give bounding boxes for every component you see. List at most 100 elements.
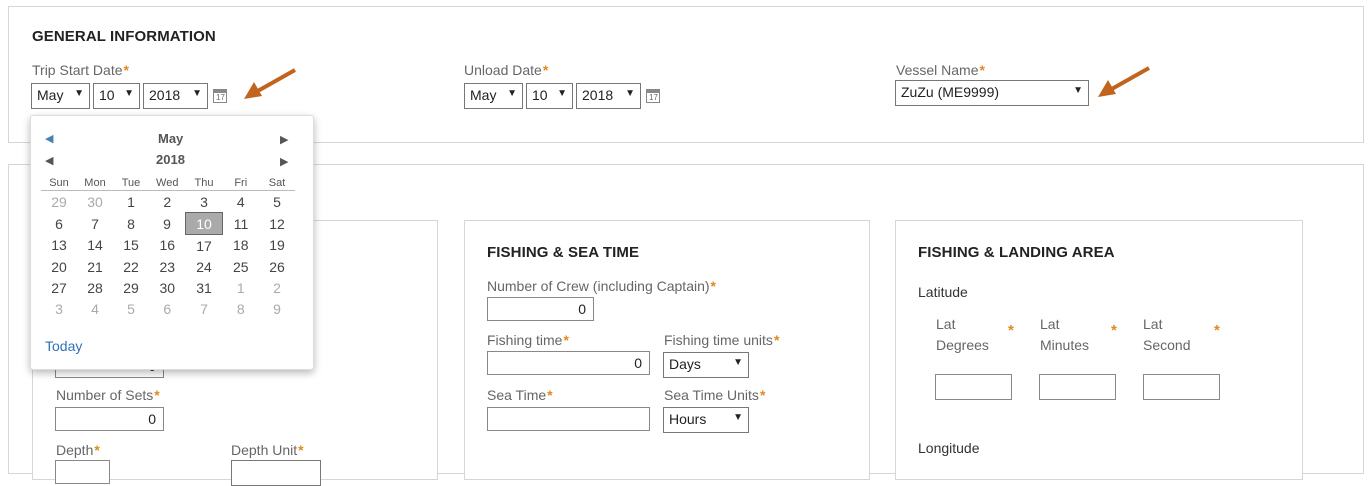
- calendar-day[interactable]: 31: [186, 277, 223, 298]
- required-star-icon: *: [547, 387, 553, 403]
- prev-month-icon[interactable]: ◀: [45, 132, 53, 145]
- fishing-time-label: Fishing time*: [487, 332, 569, 348]
- trip-start-year-select[interactable]: 2018 ▼: [143, 83, 208, 109]
- calendar-day[interactable]: 3: [41, 298, 77, 319]
- vessel-name-select[interactable]: ZuZu (ME9999) ▼: [895, 80, 1089, 106]
- fishing-time-units-label: Fishing time units*: [664, 332, 780, 348]
- sea-time-input[interactable]: [487, 407, 650, 431]
- calendar-day[interactable]: 26: [259, 256, 295, 277]
- lat-minutes-input[interactable]: [1039, 374, 1116, 400]
- fishing-time-input[interactable]: 0: [487, 351, 650, 375]
- calendar-day[interactable]: 28: [77, 277, 113, 298]
- unload-date-label: Unload Date*: [464, 62, 549, 78]
- depth-unit-select[interactable]: [231, 460, 321, 486]
- trip-start-date-label: Trip Start Date*: [32, 62, 129, 78]
- sea-time-units-label: Sea Time Units*: [664, 387, 766, 403]
- longitude-label: Longitude: [918, 440, 980, 456]
- calendar-day[interactable]: 9: [259, 298, 295, 319]
- required-star-icon: *: [773, 332, 780, 348]
- required-star-icon: *: [1214, 322, 1220, 339]
- weekday-header: Thu: [185, 176, 223, 191]
- next-month-icon[interactable]: ▶: [280, 133, 288, 146]
- weekday-header: Tue: [113, 176, 149, 191]
- crew-input[interactable]: 0: [487, 297, 594, 321]
- latitude-label: Latitude: [918, 284, 968, 300]
- unload-calendar-icon[interactable]: 17: [646, 89, 660, 103]
- calendar-day[interactable]: 23: [149, 256, 186, 277]
- calendar-day[interactable]: 8: [223, 298, 260, 319]
- annotation-arrow-icon: [244, 68, 296, 99]
- datepicker-popup: ◀ May ▶ ◀ 2018 ▶ Sun Mon Tue Wed Thu Fri…: [30, 115, 314, 370]
- calendar-day[interactable]: 12: [259, 213, 295, 235]
- calendar-day[interactable]: 1: [113, 191, 149, 213]
- sea-time-units-select[interactable]: Hours ▼: [663, 407, 749, 433]
- calendar-day[interactable]: 25: [223, 256, 260, 277]
- calendar-day[interactable]: 17: [186, 235, 223, 257]
- calendar-day[interactable]: 16: [149, 235, 186, 257]
- weekday-header: Sun: [41, 176, 77, 191]
- crew-label: Number of Crew (including Captain)*: [487, 278, 716, 294]
- calendar-day[interactable]: 3: [186, 191, 223, 213]
- calendar-day[interactable]: 7: [186, 298, 223, 319]
- lat-second-input[interactable]: [1143, 374, 1220, 400]
- number-of-sets-label: Number of Sets*: [56, 387, 160, 403]
- unload-day-select[interactable]: 10 ▼: [526, 83, 573, 109]
- calendar-day[interactable]: 29: [113, 277, 149, 298]
- calendar-day[interactable]: 4: [77, 298, 113, 319]
- required-star-icon: *: [979, 62, 985, 78]
- calendar-day[interactable]: 6: [41, 213, 77, 235]
- today-link[interactable]: Today: [45, 338, 82, 354]
- calendar-day[interactable]: 13: [41, 235, 77, 257]
- annotation-arrow-icon: [1098, 66, 1150, 97]
- weekday-header: Wed: [149, 176, 186, 191]
- unload-year-select[interactable]: 2018 ▼: [576, 83, 641, 109]
- prev-year-icon[interactable]: ◀: [45, 154, 53, 167]
- calendar-day[interactable]: 21: [77, 256, 113, 277]
- required-star-icon: *: [1111, 322, 1117, 339]
- calendar-day-selected[interactable]: 10: [185, 212, 223, 235]
- calendar-day[interactable]: 2: [149, 191, 186, 213]
- calendar-day[interactable]: 20: [41, 256, 77, 277]
- calendar-day[interactable]: 2: [259, 277, 295, 298]
- calendar-day[interactable]: 15: [113, 235, 149, 257]
- calendar-day[interactable]: 8: [113, 213, 149, 235]
- weekday-header: Mon: [77, 176, 113, 191]
- required-star-icon: *: [154, 387, 160, 403]
- lat-degrees-label: Lat Degrees: [936, 316, 989, 353]
- calendar-day[interactable]: 4: [223, 191, 260, 213]
- required-star-icon: *: [710, 278, 716, 294]
- calendar-day[interactable]: 30: [77, 191, 113, 213]
- trip-start-month-select[interactable]: May ▼: [31, 83, 90, 109]
- calendar-day[interactable]: 24: [186, 256, 223, 277]
- calendar-day[interactable]: 29: [41, 191, 77, 213]
- required-star-icon: *: [542, 62, 549, 78]
- lat-degrees-input[interactable]: [935, 374, 1012, 400]
- calendar-day[interactable]: 18: [223, 235, 260, 257]
- depth-unit-label: Depth Unit*: [231, 442, 304, 458]
- required-star-icon: *: [563, 332, 569, 348]
- next-year-icon[interactable]: ▶: [280, 155, 288, 168]
- calendar-day[interactable]: 27: [41, 277, 77, 298]
- calendar-day[interactable]: 14: [77, 235, 113, 257]
- calendar-day[interactable]: 30: [149, 277, 186, 298]
- calendar-day[interactable]: 11: [223, 213, 260, 235]
- required-star-icon: *: [759, 387, 766, 403]
- calendar-day[interactable]: 22: [113, 256, 149, 277]
- unload-month-select[interactable]: May ▼: [464, 83, 523, 109]
- vessel-name-label: Vessel Name*: [896, 62, 985, 78]
- number-of-sets-input[interactable]: 0: [55, 407, 164, 431]
- calendar-day[interactable]: 6: [149, 298, 186, 319]
- trip-start-day-select[interactable]: 10 ▼: [93, 83, 140, 109]
- calendar-day[interactable]: 5: [113, 298, 149, 319]
- datepicker-month: May: [158, 131, 184, 146]
- depth-input[interactable]: [55, 460, 110, 484]
- required-star-icon: *: [1008, 322, 1014, 339]
- calendar-day[interactable]: 1: [223, 277, 260, 298]
- calendar-day[interactable]: 19: [259, 235, 295, 257]
- fishing-time-units-select[interactable]: Days ▼: [663, 352, 749, 378]
- general-information-heading: GENERAL INFORMATION: [32, 28, 216, 45]
- calendar-day[interactable]: 9: [149, 213, 186, 235]
- calendar-day[interactable]: 7: [77, 213, 113, 235]
- calendar-day[interactable]: 5: [259, 191, 295, 213]
- trip-start-calendar-icon[interactable]: 17: [213, 89, 227, 103]
